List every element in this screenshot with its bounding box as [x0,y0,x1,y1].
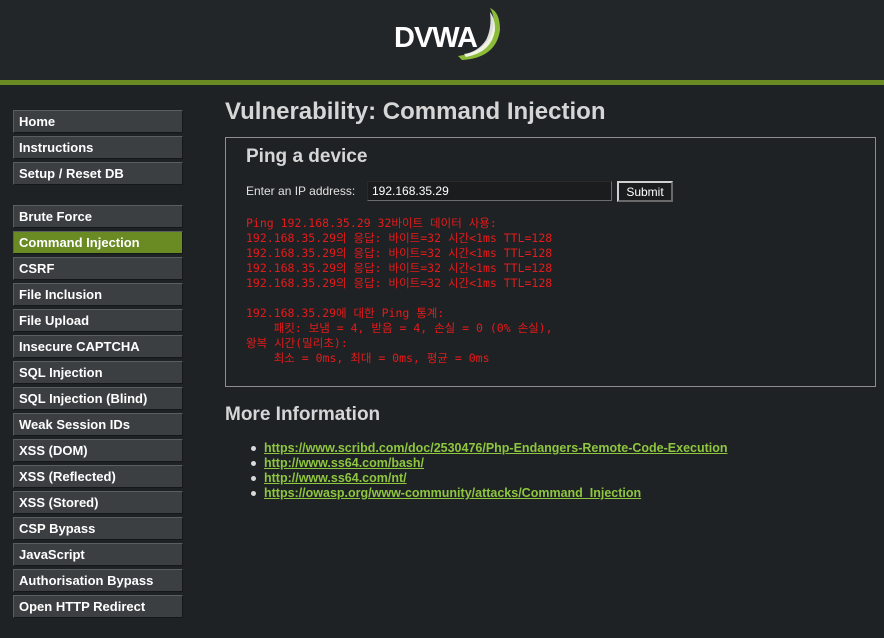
bullet-icon [251,461,256,466]
form-heading: Ping a device [246,146,368,167]
dvwa-logo[interactable]: DVWA [392,6,504,68]
reference-link[interactable]: https://owasp.org/www-community/attacks/… [264,486,641,500]
list-item: https://www.scribd.com/doc/2530476/Php-E… [248,441,728,456]
page-title: Vulnerability: Command Injection [225,98,606,125]
sidebar-item-weak-session-ids[interactable]: Weak Session IDs [13,413,183,436]
sidebar-item-javascript[interactable]: JavaScript [13,543,183,566]
sidebar-item-command-injection[interactable]: Command Injection [13,231,183,254]
sidebar-item-file-upload[interactable]: File Upload [13,309,183,332]
sidebar-item-sql-injection[interactable]: SQL Injection [13,361,183,384]
header-bar: DVWA [0,0,884,85]
sidebar-item-xss-reflected[interactable]: XSS (Reflected) [13,465,183,488]
sidebar-item-insecure-captcha[interactable]: Insecure CAPTCHA [13,335,183,358]
more-information-heading: More Information [225,404,381,425]
sidebar-item-xss-stored[interactable]: XSS (Stored) [13,491,183,514]
more-info-links: https://www.scribd.com/doc/2530476/Php-E… [248,441,728,501]
main-content: Vulnerability: Command Injection Ping a … [225,96,880,500]
list-item: https://owasp.org/www-community/attacks/… [248,486,728,501]
sidebar-item-file-inclusion[interactable]: File Inclusion [13,283,183,306]
sidebar-item-xss-dom[interactable]: XSS (DOM) [13,439,183,462]
sidebar-item-csp-bypass[interactable]: CSP Bypass [13,517,183,540]
ip-address-label: Enter an IP address: [246,184,356,198]
sidebar-item-open-http-redirect[interactable]: Open HTTP Redirect [13,595,183,618]
ip-address-input[interactable] [367,181,612,201]
bullet-icon [251,476,256,481]
logo-text: DVWA [394,22,478,54]
ping-output: Ping 192.168.35.29 32바이트 데이터 사용: 192.168… [246,216,553,365]
sidebar-item-home[interactable]: Home [13,110,183,133]
sidebar-item-brute-force[interactable]: Brute Force [13,205,183,228]
sidebar-menu: Home Instructions Setup / Reset DB Brute Fo… [13,110,183,638]
sidebar-group: Brute Force Command Injection CSRF File Inc… [13,205,183,618]
sidebar-group: Home Instructions Setup / Reset DB [13,110,183,185]
ping-form-box: Ping a device Enter an IP address: Submi… [225,137,876,387]
submit-button[interactable]: Submit [617,181,673,202]
sidebar-item-instructions[interactable]: Instructions [13,136,183,159]
sidebar-item-sql-injection-blind[interactable]: SQL Injection (Blind) [13,387,183,410]
reference-link[interactable]: http://www.ss64.com/bash/ [264,456,424,470]
bullet-icon [251,491,256,496]
sidebar-item-authorisation-bypass[interactable]: Authorisation Bypass [13,569,183,592]
list-item: http://www.ss64.com/nt/ [248,471,728,486]
reference-link[interactable]: http://www.ss64.com/nt/ [264,471,407,485]
list-item: http://www.ss64.com/bash/ [248,456,728,471]
sidebar-item-csrf[interactable]: CSRF [13,257,183,280]
reference-link[interactable]: https://www.scribd.com/doc/2530476/Php-E… [264,441,728,455]
sidebar-item-setup-reset-db[interactable]: Setup / Reset DB [13,162,183,185]
bullet-icon [251,446,256,451]
